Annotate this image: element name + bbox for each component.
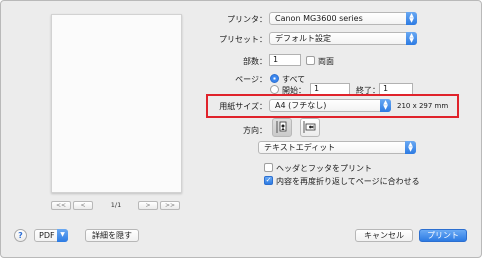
header-footer-checkbox[interactable] <box>264 163 273 172</box>
pdf-menu-button[interactable]: PDF ▼ <box>34 229 68 242</box>
copies-label: 部数： <box>243 57 267 66</box>
duplex-label: 両面 <box>318 57 334 66</box>
pages-range-radio[interactable] <box>270 85 279 94</box>
print-button[interactable]: プリント <box>419 229 467 242</box>
print-dialog: << < 1/1 > >> プリンタ： Canon MG3600 series … <box>0 0 482 258</box>
app-section-popup[interactable]: テキストエディット ▲ ▼ <box>258 141 416 154</box>
next-page-button[interactable]: > <box>138 200 158 210</box>
app-section-value: テキストエディット <box>264 143 336 152</box>
pdf-label: PDF <box>39 231 55 240</box>
page-preview <box>51 14 182 193</box>
header-footer-label: ヘッダとフッタをプリント <box>276 164 372 173</box>
pages-all-label: すべて <box>282 75 306 84</box>
pages-all-radio[interactable] <box>270 74 279 83</box>
printer-value: Canon MG3600 series <box>275 14 363 23</box>
printer-label: プリンタ： <box>227 15 267 24</box>
chevron-updown-icon: ▲ ▼ <box>405 141 416 154</box>
portrait-button[interactable] <box>272 118 292 137</box>
rewrap-checkbox[interactable]: ✓ <box>264 176 273 185</box>
chevron-updown-icon: ▲ ▼ <box>406 32 417 45</box>
highlight-frame <box>206 94 459 118</box>
chevron-down-icon: ▼ <box>57 229 68 242</box>
previous-page-button[interactable]: < <box>73 200 93 210</box>
landscape-icon <box>303 121 316 133</box>
portrait-icon <box>276 121 287 133</box>
pages-label: ページ： <box>235 75 267 84</box>
rewrap-label: 内容を再度折り返してページに合わせる <box>276 177 420 186</box>
orientation-label: 方向： <box>243 126 267 135</box>
cancel-button[interactable]: キャンセル <box>355 229 413 242</box>
duplex-checkbox[interactable] <box>306 56 315 65</box>
last-page-button[interactable]: >> <box>160 200 180 210</box>
preset-label: プリセット： <box>219 35 267 44</box>
help-button[interactable]: ? <box>14 229 27 242</box>
preview-nav-left: << < <box>51 200 93 210</box>
hide-details-button[interactable]: 詳細を隠す <box>85 229 139 242</box>
printer-popup[interactable]: Canon MG3600 series ▲ ▼ <box>269 12 417 25</box>
chevron-updown-icon: ▲ ▼ <box>406 12 417 25</box>
preset-popup[interactable]: デフォルト設定 ▲ ▼ <box>269 32 417 45</box>
preset-value: デフォルト設定 <box>275 34 331 43</box>
landscape-button[interactable] <box>300 118 320 137</box>
page-indicator: 1/1 <box>110 201 122 209</box>
copies-field[interactable]: 1 <box>269 54 301 66</box>
preview-nav-right: > >> <box>138 200 180 210</box>
first-page-button[interactable]: << <box>51 200 71 210</box>
